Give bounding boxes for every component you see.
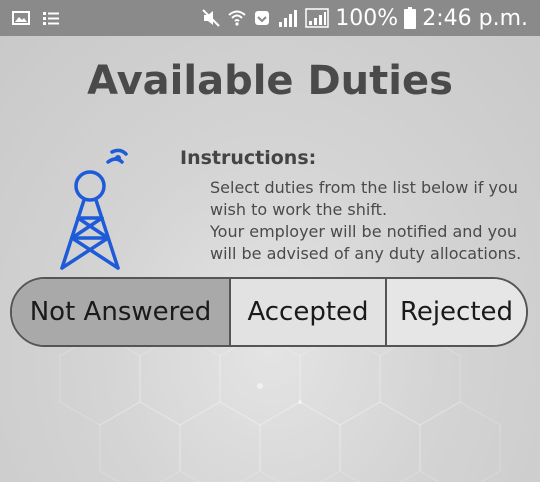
instructions-text: Select duties from the list below if you… (210, 177, 530, 265)
clock: 2:46 p.m. (422, 5, 528, 31)
status-right: 100% 2:46 p.m. (201, 0, 528, 36)
main-content: Available Duties Instructions: Select du… (0, 36, 540, 482)
battery-icon (404, 7, 417, 29)
instructions-line: Select duties from the list below if you (210, 178, 518, 197)
list-icon (42, 10, 60, 26)
battery-percent: 100% (335, 5, 399, 31)
mute-icon (201, 8, 221, 28)
tab-not-answered[interactable]: Not Answered (12, 279, 231, 345)
signal-icon (277, 8, 299, 28)
status-bar: 100% 2:46 p.m. (0, 0, 540, 36)
instructions-heading: Instructions: (180, 147, 317, 169)
tab-rejected[interactable]: Rejected (387, 279, 526, 345)
status-left (12, 0, 60, 36)
instructions-line: will be advised of any duty allocations. (210, 244, 522, 263)
instructions-line: Your employer will be notified and you (210, 222, 518, 241)
data-icon (253, 9, 271, 27)
instructions-line: wish to work the shift. (210, 200, 388, 219)
tab-accepted[interactable]: Accepted (231, 279, 387, 345)
page-title: Available Duties (87, 58, 453, 104)
wifi-icon (227, 8, 247, 28)
signal-icon (305, 8, 330, 28)
image-icon (12, 10, 30, 26)
signal-tower-icon (50, 148, 130, 277)
duty-status-tabs: Not Answered Accepted Rejected (10, 277, 528, 347)
